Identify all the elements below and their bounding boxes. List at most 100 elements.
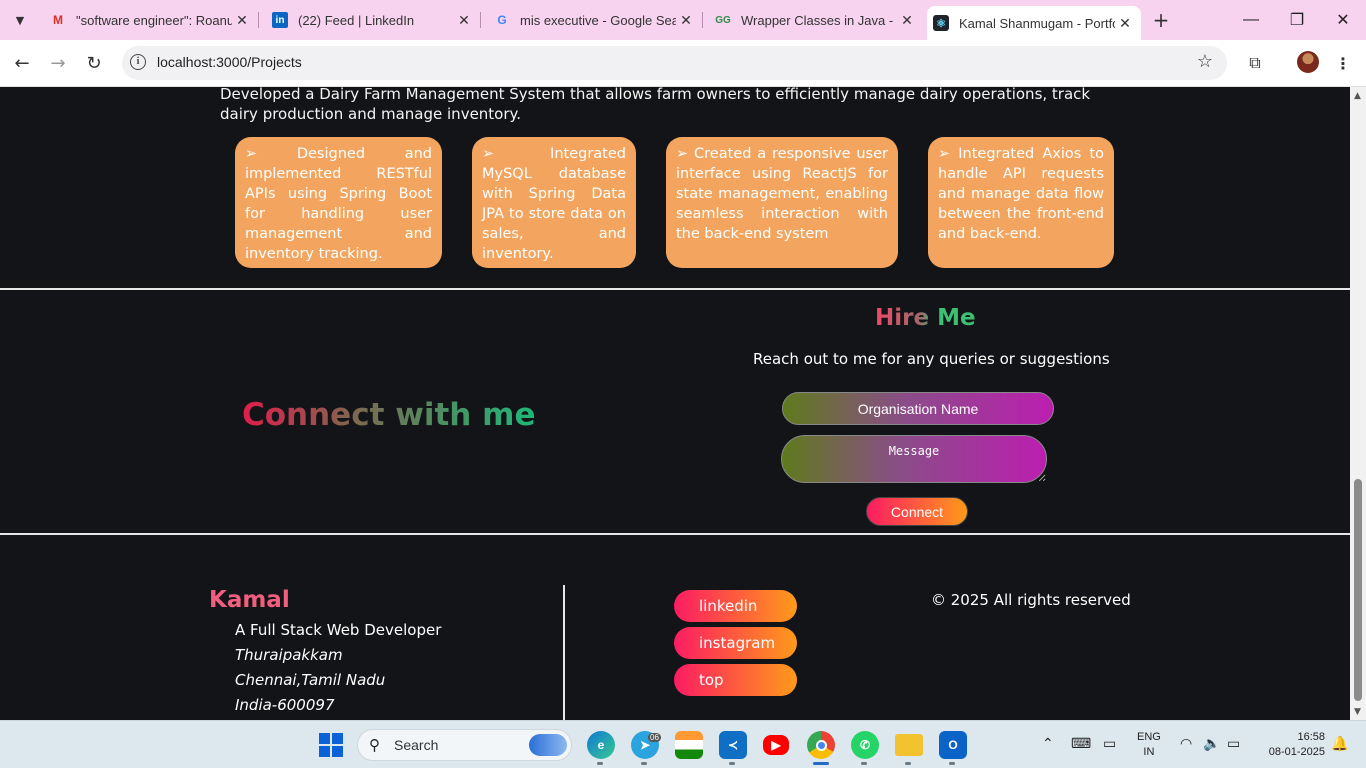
message-textarea[interactable] bbox=[781, 435, 1047, 483]
close-icon[interactable]: ✕ bbox=[897, 10, 917, 30]
file-explorer-icon[interactable] bbox=[895, 734, 923, 756]
extensions-icon[interactable]: ⧉ bbox=[1242, 50, 1268, 76]
chevron-down-icon: ▼ bbox=[15, 13, 25, 27]
project-feature-card: ➢ Created a responsive user interface us… bbox=[666, 137, 898, 268]
tab-divider bbox=[258, 12, 259, 28]
scroll-down-arrow-icon[interactable]: ▼ bbox=[1354, 707, 1361, 717]
scrollbar-thumb[interactable] bbox=[1354, 479, 1362, 701]
tab-portfolio[interactable]: ⚛ Kamal Shanmugam - Portfolio ✕ bbox=[927, 6, 1141, 40]
wifi-icon[interactable]: ◠ bbox=[1180, 735, 1192, 752]
display-icon[interactable]: ▭ bbox=[1103, 735, 1116, 752]
new-tab-button[interactable]: + bbox=[1150, 8, 1172, 32]
reload-button[interactable]: ↻ bbox=[79, 48, 109, 78]
project-description: Developed a Dairy Farm Management System… bbox=[220, 87, 1091, 123]
close-icon[interactable]: ✕ bbox=[676, 10, 696, 30]
running-indicator bbox=[641, 762, 647, 765]
linkedin-icon: in bbox=[272, 12, 288, 28]
arrow-left-icon: ← bbox=[14, 52, 30, 74]
running-indicator bbox=[905, 762, 911, 765]
geeksforgeeks-icon: GG bbox=[715, 14, 731, 26]
chrome-icon[interactable] bbox=[807, 731, 835, 759]
vscode-icon[interactable]: ≺ bbox=[719, 731, 747, 759]
input-language[interactable]: ENG IN bbox=[1137, 730, 1161, 760]
contact-subtitle: Reach out to me for any queries or sugge… bbox=[753, 350, 1110, 368]
menu-kebab-icon[interactable]: ⋮ bbox=[1330, 50, 1356, 76]
start-logo-pane bbox=[332, 746, 343, 757]
running-indicator bbox=[949, 762, 955, 765]
instagram-link-button[interactable]: instagram bbox=[674, 627, 797, 659]
language-code: ENG bbox=[1137, 731, 1161, 743]
search-highlight-image bbox=[529, 734, 567, 756]
tab-title: Wrapper Classes in Java - Ge bbox=[741, 12, 897, 28]
tab-gmail[interactable]: M "software engineer": Roanuz ✕ bbox=[46, 0, 256, 40]
section-divider bbox=[0, 533, 1350, 535]
arrow-right-icon: → bbox=[50, 52, 66, 74]
taskbar-search-box[interactable]: ⚲ Search bbox=[357, 729, 572, 761]
organisation-name-input[interactable] bbox=[782, 392, 1054, 425]
running-indicator bbox=[729, 762, 735, 765]
running-indicator bbox=[861, 762, 867, 765]
restore-button[interactable]: ❐ bbox=[1274, 0, 1320, 40]
forward-button[interactable]: → bbox=[43, 48, 73, 78]
windows-taskbar: ⚲ Search e ➤ 06 ≺ ▶ ✆ O ⌃ ⌨ ▭ ENG IN ◠ 🔈… bbox=[0, 720, 1366, 768]
close-icon[interactable]: ✕ bbox=[232, 10, 252, 30]
keyboard-icon[interactable]: ⌨ bbox=[1071, 735, 1091, 752]
footer-name: Kamal bbox=[209, 587, 290, 613]
url-text[interactable]: localhost:3000/Projects bbox=[157, 54, 302, 70]
youtube-icon[interactable]: ▶ bbox=[763, 735, 789, 755]
gmail-icon: M bbox=[53, 13, 63, 27]
footer-vertical-divider bbox=[563, 585, 565, 720]
tab-title: Kamal Shanmugam - Portfolio bbox=[959, 15, 1115, 31]
news-widget-icon[interactable] bbox=[675, 731, 703, 759]
reload-icon: ↻ bbox=[86, 52, 102, 74]
footer-address-line: India-600097 bbox=[235, 696, 335, 714]
tab-title: (22) Feed | LinkedIn bbox=[298, 12, 415, 28]
tab-google-search[interactable]: G mis executive - Google Search ✕ bbox=[490, 0, 700, 40]
system-clock[interactable]: 16:58 08-01-2025 bbox=[1255, 730, 1325, 760]
start-logo-pane bbox=[319, 746, 330, 757]
connect-button[interactable]: Connect bbox=[866, 497, 968, 526]
close-icon[interactable]: ✕ bbox=[454, 10, 474, 30]
footer-address-line: Chennai,Tamil Nadu bbox=[235, 671, 386, 689]
start-logo-pane bbox=[319, 733, 330, 744]
edge-icon[interactable]: e bbox=[587, 731, 615, 759]
start-logo-pane bbox=[332, 733, 343, 744]
copyright-text: © 2025 All rights reserved bbox=[931, 591, 1131, 609]
connect-heading: Connect with me bbox=[242, 397, 536, 433]
windows-start-button[interactable] bbox=[319, 733, 343, 757]
tab-divider bbox=[480, 12, 481, 28]
volume-icon[interactable]: 🔈 bbox=[1203, 735, 1220, 752]
google-icon: G bbox=[497, 13, 507, 27]
linkedin-link-button[interactable]: linkedin bbox=[674, 590, 797, 622]
bookmark-star-icon[interactable]: ☆ bbox=[1197, 51, 1213, 72]
site-info-icon[interactable]: i bbox=[130, 54, 146, 70]
restore-icon: ❐ bbox=[1289, 12, 1305, 29]
address-bar[interactable]: i localhost:3000/Projects ☆ bbox=[122, 46, 1227, 80]
section-divider bbox=[0, 288, 1350, 290]
telegram-badge: 06 bbox=[648, 733, 661, 742]
back-button[interactable]: ← bbox=[7, 48, 37, 78]
tab-divider bbox=[702, 12, 703, 28]
project-feature-card: ➢ Integrated Axios to handle API request… bbox=[928, 137, 1114, 268]
clock-date: 08-01-2025 bbox=[1268, 746, 1325, 758]
notification-bell-icon[interactable]: 🔔 bbox=[1331, 735, 1348, 752]
scroll-up-arrow-icon[interactable]: ▲ bbox=[1354, 91, 1361, 101]
page-scrollbar[interactable]: ▲ ▼ bbox=[1350, 87, 1366, 720]
battery-icon[interactable]: ▭ bbox=[1227, 735, 1240, 752]
hire-me-heading: Hire Me bbox=[875, 305, 976, 331]
footer-address-line: Thuraipakkam bbox=[235, 646, 343, 664]
profile-avatar[interactable] bbox=[1297, 51, 1319, 73]
top-link-button[interactable]: top bbox=[674, 664, 797, 696]
close-window-button[interactable]: ✕ bbox=[1320, 0, 1366, 40]
chevron-up-icon[interactable]: ⌃ bbox=[1042, 735, 1054, 752]
active-app-indicator bbox=[813, 762, 829, 765]
tab-geeksforgeeks[interactable]: GG Wrapper Classes in Java - Ge ✕ bbox=[711, 0, 921, 40]
project-feature-card: ➢ Designed and implemented RESTful APIs … bbox=[235, 137, 442, 268]
close-icon[interactable]: ✕ bbox=[1115, 13, 1135, 33]
tab-search-button[interactable]: ▼ bbox=[6, 6, 34, 34]
outlook-icon[interactable]: O bbox=[939, 731, 967, 759]
tab-linkedin[interactable]: in (22) Feed | LinkedIn ✕ bbox=[268, 0, 478, 40]
whatsapp-icon[interactable]: ✆ bbox=[851, 731, 879, 759]
minimize-button[interactable]: — bbox=[1228, 0, 1274, 40]
close-icon: ✕ bbox=[1336, 12, 1350, 29]
